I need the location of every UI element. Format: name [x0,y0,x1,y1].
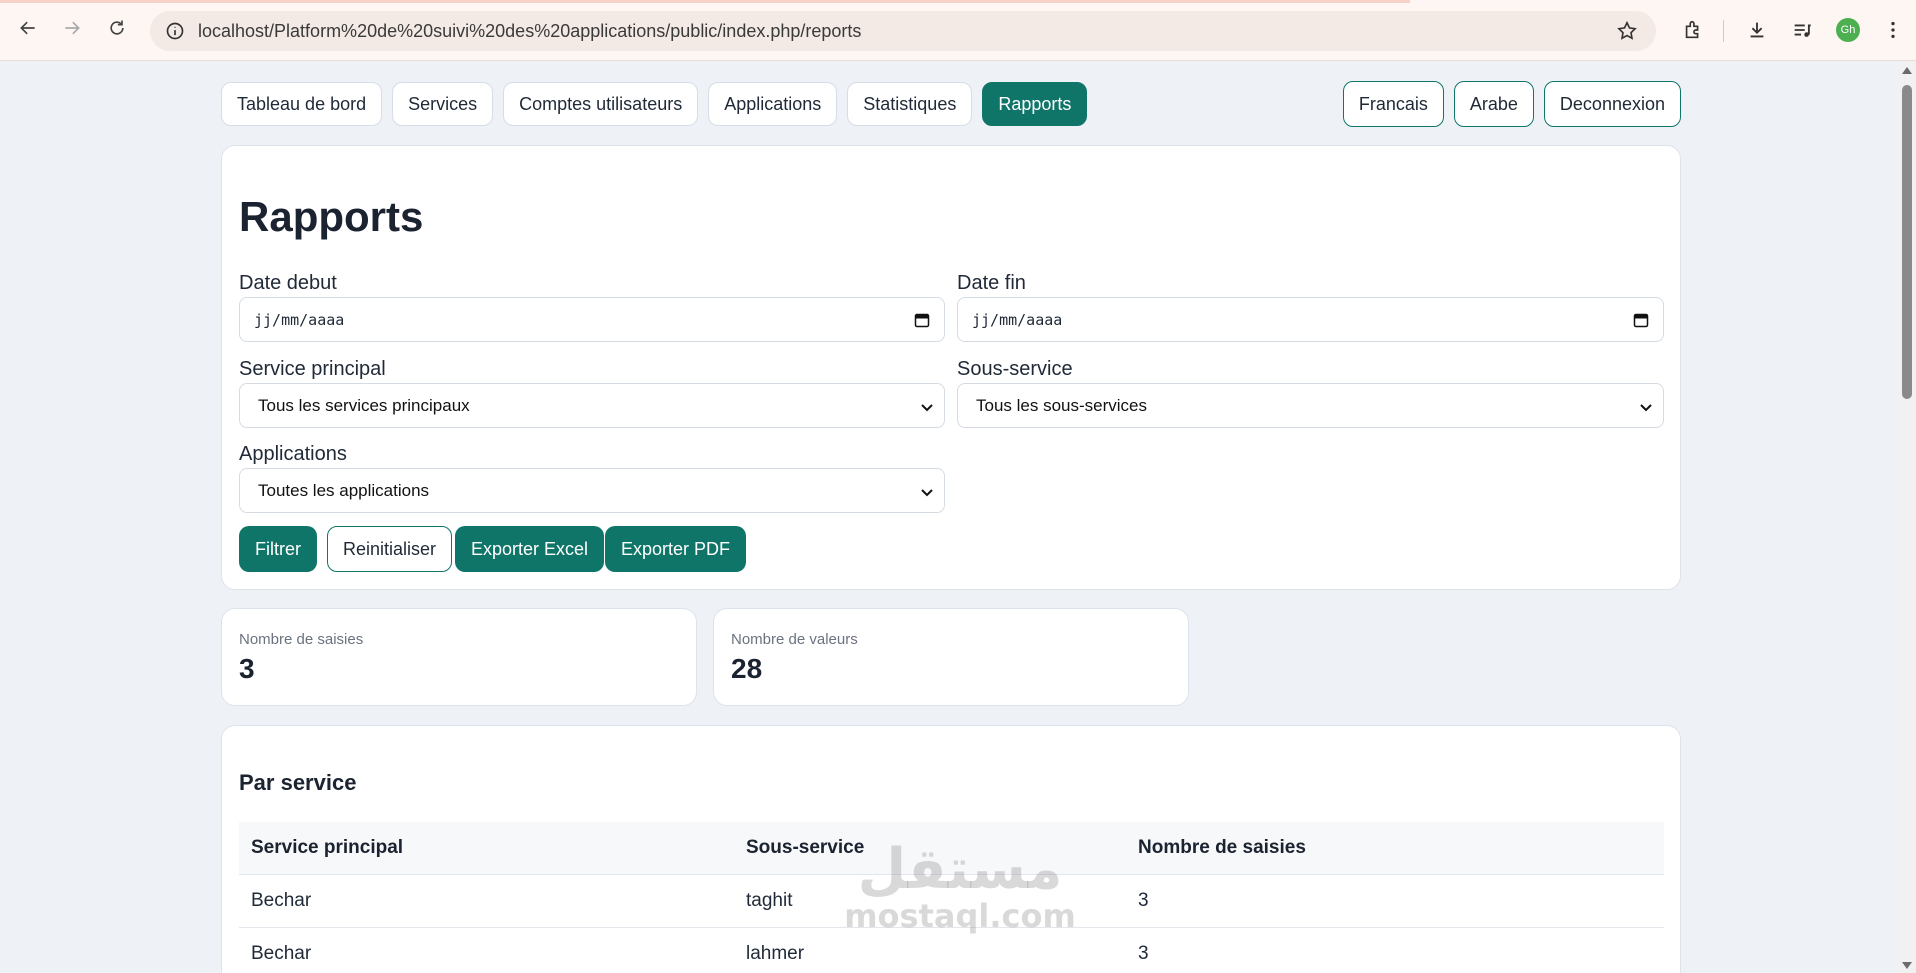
stat-card-values: Nombre de valeurs 28 [713,608,1189,706]
lang-french-button[interactable]: Francais [1342,81,1444,127]
service-select-value: Tous les services principaux [258,395,470,415]
download-icon[interactable] [1744,17,1770,43]
applications-select[interactable]: Toutes les applications [239,468,945,513]
stat-value: 3 [239,653,255,684]
table-row: Bechar taghit 3 [239,874,1664,928]
browser-toolbar: localhost/Platform%20de%20suivi%20des%20… [0,0,1916,61]
subservice-label: Sous-service [957,358,1073,380]
date-end-value: jj/mm/aaaa [972,310,1063,329]
service-select[interactable]: Tous les services principaux [239,383,945,428]
nav-tab-statistics[interactable]: Statistiques [847,82,973,126]
applications-select-value: Toutes les applications [258,480,430,500]
reload-icon[interactable] [102,13,132,43]
scrollbar-thumb[interactable] [1902,85,1912,399]
subservice-select-value: Tous les sous-services [976,395,1148,415]
page-title: Rapports [239,193,424,240]
back-icon[interactable] [13,13,43,43]
by-service-table: Service principal Sous-service Nombre de… [239,822,1664,973]
date-start-label: Date debut [239,272,337,294]
table-cell: Bechar [239,874,734,928]
table-row: Bechar lahmer 3 [239,927,1664,973]
chevron-down-icon [921,404,933,412]
reset-button[interactable]: Reinitialiser [327,526,453,572]
table-cell: Bechar [239,927,734,973]
by-service-card: Par service Service principal Sous-servi… [221,725,1681,973]
tab-strip-edge [0,0,1410,3]
nav-tab-applications[interactable]: Applications [708,82,838,126]
table-header-row: Service principal Sous-service Nombre de… [239,822,1664,875]
bookmark-star-icon[interactable] [1616,20,1638,42]
site-info-icon[interactable] [164,20,186,42]
header-actions: Francais Arabe Deconnexion [1342,81,1681,127]
calendar-icon[interactable] [1633,312,1649,328]
chevron-down-icon [921,489,933,497]
column-header: Nombre de saisies [1126,822,1664,875]
toolbar-separator [1723,20,1724,42]
nav-tab-reports[interactable]: Rapports [982,82,1088,126]
filter-button[interactable]: Filtrer [239,526,317,572]
page-scrollbar[interactable] [1898,61,1916,973]
calendar-icon[interactable] [914,312,930,328]
profile-avatar[interactable]: Gh [1836,18,1860,42]
url-text[interactable]: localhost/Platform%20de%20suivi%20des%20… [198,21,861,42]
scroll-up-arrow-icon[interactable] [1902,67,1912,74]
address-bar[interactable]: localhost/Platform%20de%20suivi%20des%20… [150,11,1656,51]
lang-arabic-button[interactable]: Arabe [1453,81,1534,127]
stat-card-entries: Nombre de saisies 3 [221,608,697,706]
stat-label: Nombre de saisies [239,631,364,648]
section-title: Par service [239,770,357,795]
main-nav: Tableau de bord Services Comptes utilisa… [221,82,1088,126]
media-queue-icon[interactable] [1789,17,1815,43]
nav-tab-services[interactable]: Services [392,82,494,126]
service-label: Service principal [239,358,386,380]
export-excel-button[interactable]: Exporter Excel [455,526,605,572]
table-cell: lahmer [734,927,1126,973]
stat-value: 28 [731,653,763,684]
nav-tab-dashboard[interactable]: Tableau de bord [221,82,383,126]
table-cell: 3 [1126,927,1664,973]
date-start-value: jj/mm/aaaa [254,310,345,329]
applications-label: Applications [239,443,347,465]
date-end-label: Date fin [957,272,1026,294]
date-end-input[interactable]: jj/mm/aaaa [957,297,1664,342]
scroll-down-arrow-icon[interactable] [1902,962,1912,969]
table-cell: taghit [734,874,1126,928]
logout-button[interactable]: Deconnexion [1543,81,1681,127]
forward-icon[interactable] [57,13,87,43]
nav-tab-user-accounts[interactable]: Comptes utilisateurs [503,82,699,126]
chevron-down-icon [1640,404,1652,412]
report-filters-card: Rapports Date debut jj/mm/aaaa Date fin … [221,145,1681,590]
table-cell: 3 [1126,874,1664,928]
subservice-select[interactable]: Tous les sous-services [957,383,1664,428]
stat-label: Nombre de valeurs [731,631,858,648]
export-pdf-button[interactable]: Exporter PDF [605,526,747,572]
extensions-icon[interactable] [1680,17,1706,43]
more-menu-icon[interactable] [1880,17,1906,43]
date-start-input[interactable]: jj/mm/aaaa [239,297,945,342]
column-header: Service principal [239,822,734,875]
column-header: Sous-service [734,822,1126,875]
